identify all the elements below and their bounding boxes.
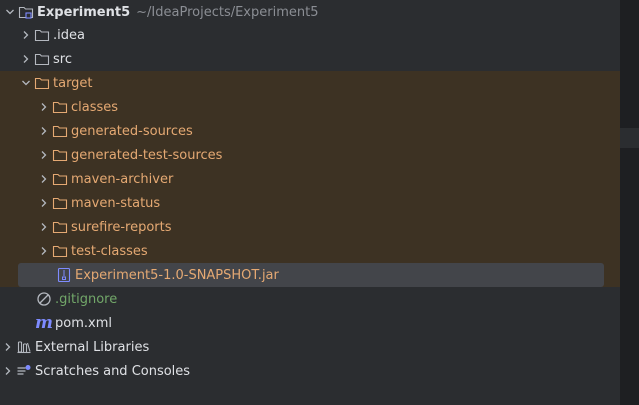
tree-node-label: generated-test-sources bbox=[71, 147, 223, 163]
tree-node-label: src bbox=[53, 51, 72, 67]
chevron-right-icon[interactable] bbox=[36, 147, 52, 163]
tree-node-jar[interactable]: Experiment5-1.0-SNAPSHOT.jar bbox=[18, 263, 604, 287]
chevron-right-icon[interactable] bbox=[36, 219, 52, 235]
tree-node-label: test-classes bbox=[71, 243, 148, 259]
tree-node-classes[interactable]: classes bbox=[0, 95, 620, 119]
jar-archive-icon bbox=[56, 267, 72, 283]
excluded-folder-icon bbox=[52, 99, 68, 115]
tree-node-maven-status[interactable]: maven-status bbox=[0, 191, 620, 215]
tree-node-gitignore[interactable]: .gitignore bbox=[0, 287, 620, 311]
excluded-folder-icon bbox=[34, 75, 50, 91]
library-icon bbox=[16, 339, 32, 355]
chevron-right-icon[interactable] bbox=[36, 99, 52, 115]
tree-node-label: pom.xml bbox=[55, 315, 112, 331]
excluded-folder-icon bbox=[52, 243, 68, 259]
chevron-right-icon[interactable] bbox=[18, 51, 34, 67]
chevron-right-icon[interactable] bbox=[36, 123, 52, 139]
chevron-right-icon[interactable] bbox=[18, 27, 34, 43]
chevron-right-icon[interactable] bbox=[0, 339, 16, 355]
tree-node-generated-sources[interactable]: generated-sources bbox=[0, 119, 620, 143]
tree-node-label: Experiment5-1.0-SNAPSHOT.jar bbox=[75, 267, 279, 283]
tree-node-scratches[interactable]: Scratches and Consoles bbox=[0, 359, 620, 383]
project-path: ~/IdeaProjects/Experiment5 bbox=[136, 4, 319, 20]
tree-node-maven-archiver[interactable]: maven-archiver bbox=[0, 167, 620, 191]
tree-node-surefire-reports[interactable]: surefire-reports bbox=[0, 215, 620, 239]
tree-node-idea[interactable]: .idea bbox=[0, 23, 620, 47]
tree-node-label: classes bbox=[71, 99, 119, 115]
tree-node-label: Scratches and Consoles bbox=[35, 363, 191, 379]
tree-node-label: External Libraries bbox=[35, 339, 150, 355]
tree-node-label: surefire-reports bbox=[71, 219, 172, 235]
project-tree: Experiment5 ~/IdeaProjects/Experiment5 .… bbox=[0, 0, 620, 405]
tree-node-pom[interactable]: m pom.xml bbox=[0, 311, 620, 335]
tree-node-project-root[interactable]: Experiment5 ~/IdeaProjects/Experiment5 bbox=[0, 0, 620, 24]
editor-gutter bbox=[620, 0, 639, 405]
chevron-right-icon[interactable] bbox=[36, 195, 52, 211]
excluded-folder-icon bbox=[52, 219, 68, 235]
tree-node-generated-test-sources[interactable]: generated-test-sources bbox=[0, 143, 620, 167]
excluded-folder-icon bbox=[52, 195, 68, 211]
tree-node-label: .gitignore bbox=[55, 291, 118, 307]
tree-node-label: maven-status bbox=[71, 195, 161, 211]
excluded-folder-icon bbox=[52, 147, 68, 163]
maven-icon: m bbox=[35, 313, 53, 333]
ignore-file-icon bbox=[36, 291, 52, 307]
tree-node-label: .idea bbox=[53, 27, 85, 43]
chevron-down-icon[interactable] bbox=[2, 4, 18, 20]
tree-node-target[interactable]: target bbox=[0, 71, 620, 95]
gutter-highlight bbox=[620, 128, 639, 148]
tree-node-test-classes[interactable]: test-classes bbox=[0, 239, 620, 263]
tree-node-label: target bbox=[53, 75, 93, 91]
folder-icon bbox=[34, 27, 50, 43]
excluded-folder-icon bbox=[52, 171, 68, 187]
folder-icon bbox=[34, 51, 50, 67]
module-folder-icon bbox=[18, 4, 34, 20]
tree-node-label: maven-archiver bbox=[71, 171, 174, 187]
excluded-folder-icon bbox=[52, 123, 68, 139]
tree-node-src[interactable]: src bbox=[0, 47, 620, 71]
chevron-right-icon[interactable] bbox=[36, 243, 52, 259]
chevron-down-icon[interactable] bbox=[18, 75, 34, 91]
chevron-right-icon[interactable] bbox=[36, 171, 52, 187]
chevron-right-icon[interactable] bbox=[0, 363, 16, 379]
scratches-icon bbox=[16, 363, 32, 379]
tree-node-external-libraries[interactable]: External Libraries bbox=[0, 335, 620, 359]
tree-node-label: generated-sources bbox=[71, 123, 193, 139]
project-name: Experiment5 bbox=[37, 4, 131, 20]
